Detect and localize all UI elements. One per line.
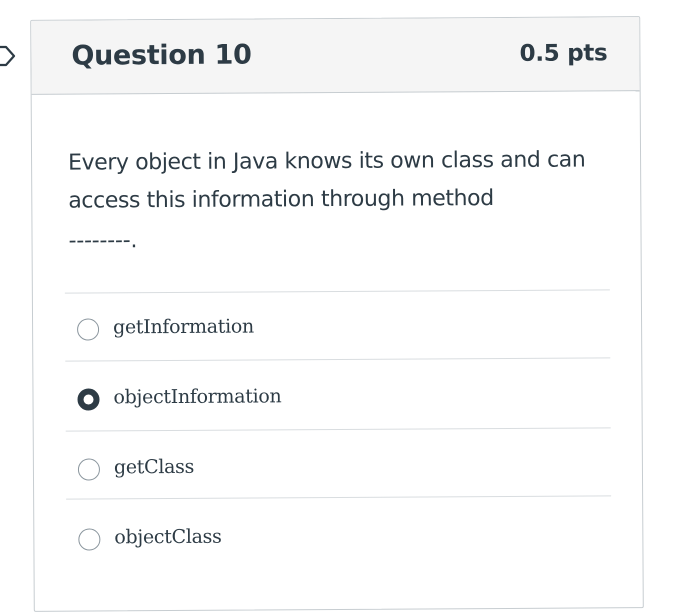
answer-divider bbox=[65, 357, 611, 362]
answer-divider bbox=[66, 495, 612, 500]
question-card: Question 10 0.5 pts Every object in Java… bbox=[30, 16, 644, 612]
question-title: Question 10 bbox=[71, 39, 252, 72]
answer-label: getInformation bbox=[113, 315, 255, 339]
question-points: 0.5 pts bbox=[519, 40, 608, 67]
question-header: Question 10 0.5 pts bbox=[31, 17, 640, 95]
answer-label: objectInformation bbox=[113, 385, 282, 409]
answer-divider bbox=[65, 427, 611, 432]
answer-label: getClass bbox=[113, 455, 195, 479]
radio-button[interactable] bbox=[77, 388, 100, 411]
answer-divider bbox=[64, 289, 610, 294]
radio-button[interactable] bbox=[77, 318, 100, 341]
question-blank: --------. bbox=[68, 228, 138, 254]
answer-option-objectinformation[interactable]: objectInformation bbox=[69, 371, 609, 424]
question-flag-icon[interactable] bbox=[0, 40, 18, 72]
answer-label: objectClass bbox=[114, 525, 222, 549]
question-text: Every object in Java knows its own class… bbox=[67, 147, 586, 214]
quiz-page: Question 10 0.5 pts Every object in Java… bbox=[0, 0, 700, 612]
answer-option-objectclass[interactable]: objectClass bbox=[70, 511, 610, 564]
answer-option-getinformation[interactable]: getInformation bbox=[69, 301, 609, 354]
radio-button[interactable] bbox=[77, 458, 101, 481]
answer-option-getclass[interactable]: getClass bbox=[70, 441, 610, 494]
radio-button[interactable] bbox=[78, 528, 101, 551]
